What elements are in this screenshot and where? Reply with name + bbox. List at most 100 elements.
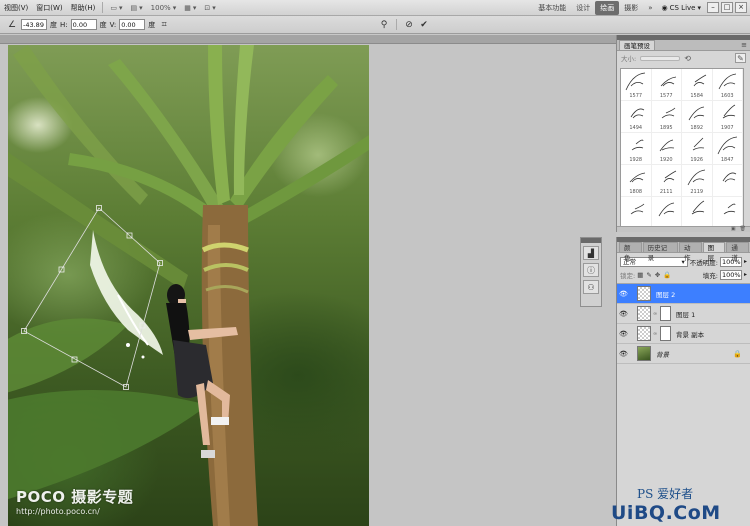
canvas-area[interactable]: POCO 摄影专题 http://photo.poco.cn/ — [0, 44, 616, 526]
panel-dock: ▟ ⓘ ⚇ — [580, 237, 602, 307]
brush-panel-toggle-icon[interactable]: ✎ — [735, 53, 746, 63]
layer-name: 背景 副本 — [676, 330, 705, 339]
document-tab-strip — [0, 35, 616, 44]
layer-thumbnail — [637, 326, 651, 341]
cs-live-icon: ◉ — [661, 3, 668, 12]
brush-stroke-icon — [660, 76, 676, 87]
brush-preset-item[interactable] — [713, 197, 743, 227]
brush-preset-item[interactable]: 1907 — [712, 101, 743, 133]
brush-stroke-icon — [688, 106, 705, 121]
lock-position-icon[interactable]: ✥ — [655, 271, 660, 279]
tab-history[interactable]: 历史记录 — [642, 242, 678, 262]
menu-window[interactable]: 窗口(W) — [32, 3, 66, 13]
brush-preset-item[interactable]: 1892 — [682, 101, 713, 133]
brush-preset-item[interactable]: 1494 — [621, 101, 652, 133]
brush-preset-size: 1928 — [629, 157, 643, 163]
workspace-painting[interactable]: 绘画 — [595, 0, 620, 15]
dock-title-bar[interactable] — [581, 238, 601, 243]
tab-color[interactable]: 颜色 — [619, 242, 642, 262]
new-preset-icon[interactable]: ▣ — [731, 227, 736, 232]
lock-options: ▦ ✎ ✥ 🔒 — [637, 271, 671, 279]
workspace-photography[interactable]: 摄影 — [619, 3, 643, 13]
tab-channels[interactable]: 通道 — [726, 242, 750, 262]
close-button[interactable]: × — [735, 2, 747, 13]
zoom-level[interactable]: 100% ▾ — [147, 4, 181, 12]
brush-preset-item[interactable]: 1920 — [651, 133, 682, 165]
layer-row-layer2[interactable]: 👁 图层 2 — [617, 284, 750, 304]
tab-layers[interactable]: 图层 — [702, 242, 726, 262]
brush-preset-item[interactable]: 2111 — [651, 165, 682, 197]
cs-live-label: CS Live — [669, 3, 696, 12]
brush-reset-icon[interactable]: ⟲ — [684, 54, 691, 63]
brush-preset-item[interactable]: 1895 — [651, 101, 682, 133]
document-image[interactable]: POCO 摄影专题 http://photo.poco.cn/ — [8, 45, 369, 526]
brush-preset-item[interactable]: 1926 — [682, 133, 713, 165]
histogram-panel-icon[interactable]: ▟ — [583, 246, 599, 260]
brush-preset-item[interactable]: 1577 — [621, 69, 652, 101]
brush-size-slider[interactable] — [640, 55, 681, 61]
minimize-button[interactable]: – — [707, 2, 719, 13]
v-skew-label: V: — [109, 20, 117, 29]
lock-label: 锁定: — [620, 271, 636, 280]
brush-preset-size: 1577 — [659, 93, 673, 99]
layer-row-background[interactable]: 👁 背景 🔒 — [617, 344, 750, 364]
tab-brush-presets[interactable]: 画笔预设 — [619, 40, 655, 50]
visibility-eye-icon[interactable]: 👁 — [619, 349, 628, 358]
arrange-documents-button[interactable]: ▤ ▾ — [127, 4, 147, 12]
screen-mode-button[interactable]: ▭ ▾ — [106, 4, 126, 12]
cancel-transform-icon[interactable]: ⊘ — [403, 19, 415, 31]
cs-live-button[interactable]: ◉ CS Live ▾ — [658, 4, 705, 12]
fill-input[interactable]: 100% — [719, 269, 742, 280]
workspace-more-button[interactable]: » — [643, 4, 657, 12]
visibility-eye-icon[interactable]: 👁 — [619, 289, 628, 298]
commit-transform-icon[interactable]: ✔ — [418, 19, 430, 31]
delete-preset-icon[interactable]: 🗑 — [740, 227, 746, 232]
lock-all-icon[interactable]: 🔒 — [663, 271, 671, 279]
tab-actions[interactable]: 动作 — [679, 242, 702, 262]
brush-preset-item[interactable]: 1808 — [621, 165, 652, 197]
menu-help[interactable]: 帮助(H) — [67, 3, 100, 13]
info-panel-icon[interactable]: ⓘ — [583, 263, 599, 277]
brush-preset-item[interactable]: 1847 — [712, 133, 743, 165]
visibility-eye-icon[interactable]: 👁 — [619, 329, 628, 338]
layer-row-background-copy[interactable]: 👁 ∞ 背景 副本 — [617, 324, 750, 344]
warp-mode-icon[interactable]: ⌗ — [158, 19, 170, 31]
brush-preset-size: 1926 — [690, 157, 704, 163]
visibility-eye-icon[interactable]: 👁 — [619, 309, 628, 318]
warp-toggle-icon[interactable]: ⚲ — [378, 19, 390, 31]
layer-name: 图层 1 — [676, 310, 696, 319]
brush-preset-item[interactable]: 2119 — [682, 165, 713, 197]
brush-preset-item[interactable] — [712, 165, 743, 197]
brush-preset-item[interactable] — [621, 197, 652, 227]
lock-pixels-icon[interactable]: ✎ — [646, 271, 651, 279]
layer-mask-thumbnail[interactable] — [660, 306, 671, 321]
clone-source-panel-icon[interactable]: ⚇ — [583, 280, 599, 294]
lock-transparency-icon[interactable]: ▦ — [637, 271, 643, 279]
workspace-design[interactable]: 设计 — [571, 3, 595, 13]
brush-preset-item[interactable] — [682, 197, 713, 227]
layer-name: 背景 — [656, 350, 669, 359]
screen-icon: ⊡ — [204, 3, 211, 12]
brush-preset-item[interactable] — [652, 197, 682, 227]
workspace-essentials[interactable]: 基本功能 — [533, 3, 571, 13]
layer-mask-thumbnail[interactable] — [660, 326, 671, 341]
v-skew-unit-label: 度 — [148, 20, 156, 29]
chevron-right-icon[interactable]: ▸ — [744, 271, 747, 278]
layer-thumbnail — [637, 346, 651, 361]
layer-row-layer1[interactable]: 👁 ∞ 图层 1 — [617, 304, 750, 324]
brush-preset-item[interactable]: 1603 — [712, 69, 743, 101]
menu-view[interactable]: 视图(V) — [0, 3, 32, 13]
brush-preset-item[interactable]: 1928 — [621, 133, 652, 165]
rotate-angle-input[interactable] — [21, 19, 47, 30]
h-skew-input[interactable] — [70, 19, 97, 30]
screen-button[interactable]: ⊡ ▾ — [200, 4, 219, 12]
brush-preset-item[interactable]: 1584 — [682, 69, 713, 101]
v-skew-input[interactable] — [119, 19, 146, 30]
chevron-right-icon[interactable]: ▸ — [744, 258, 747, 265]
extras-button[interactable]: ▦ ▾ — [180, 4, 200, 12]
rotate-angle-icon: ∠ — [7, 19, 17, 30]
brush-preset-item[interactable]: 1577 — [651, 69, 682, 101]
panel-menu-icon[interactable]: ≡ — [741, 41, 747, 49]
chevron-down-icon: ▾ — [192, 3, 197, 12]
maximize-button[interactable]: □ — [721, 2, 733, 13]
